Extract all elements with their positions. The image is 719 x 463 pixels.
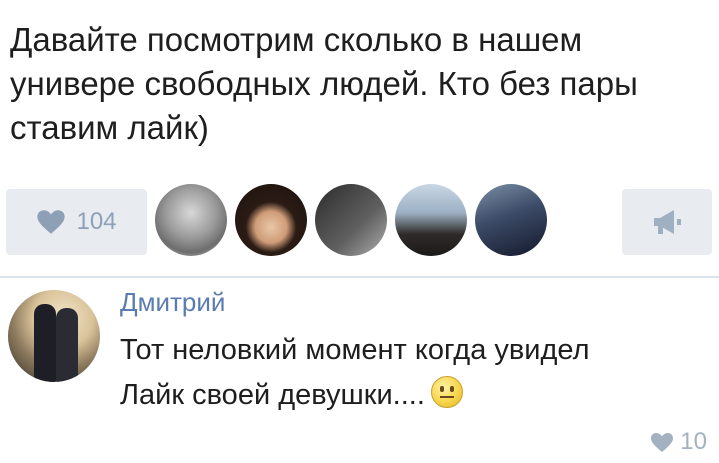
like-button[interactable]: 104 bbox=[6, 189, 147, 255]
avatar-figure bbox=[34, 304, 56, 382]
comment-author-name[interactable]: Дмитрий bbox=[120, 287, 225, 318]
heart-icon bbox=[651, 432, 674, 452]
comment-author-avatar[interactable] bbox=[8, 290, 100, 382]
comment-body: Тот неловкий момент когда увидел Лайк св… bbox=[120, 334, 590, 411]
liker-avatar[interactable] bbox=[155, 184, 227, 256]
repost-button[interactable] bbox=[622, 189, 712, 255]
liked-by-avatars bbox=[155, 184, 547, 256]
heart-icon bbox=[37, 210, 66, 234]
liker-avatar[interactable] bbox=[395, 184, 467, 256]
liker-avatar[interactable] bbox=[315, 184, 387, 256]
liker-avatar[interactable] bbox=[475, 184, 547, 256]
avatar-figure bbox=[56, 308, 78, 382]
like-count: 104 bbox=[76, 208, 117, 235]
liker-avatar[interactable] bbox=[235, 184, 307, 256]
neutral-face-emoji-icon bbox=[430, 376, 463, 408]
megaphone-icon bbox=[654, 210, 681, 234]
comment-text: Тот неловкий момент когда увидел Лайк св… bbox=[120, 328, 680, 418]
divider bbox=[0, 276, 719, 278]
comment-like-button[interactable]: 10 bbox=[650, 428, 707, 456]
comment-like-count: 10 bbox=[680, 428, 707, 455]
post-text: Давайте посмотрим сколько в нашем универ… bbox=[10, 21, 638, 146]
